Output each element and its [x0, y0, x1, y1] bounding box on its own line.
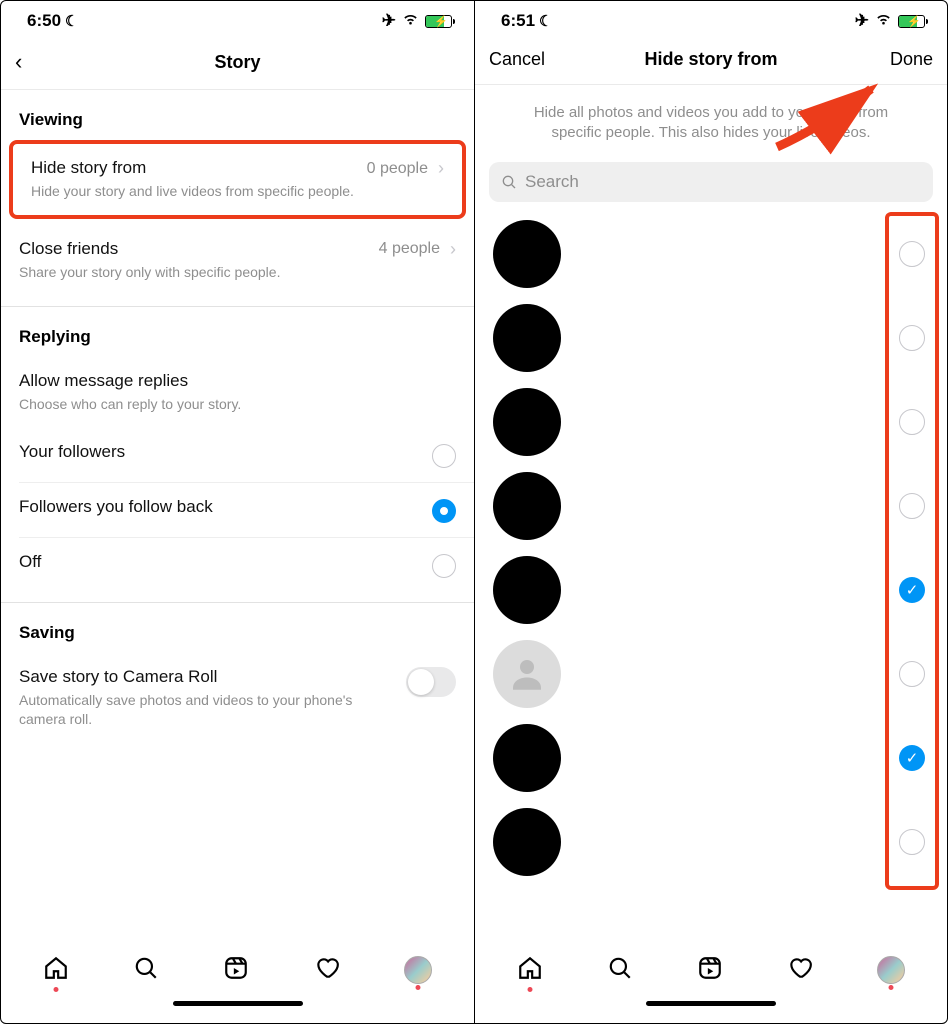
tab-reels[interactable] [223, 955, 249, 986]
search-icon [501, 174, 517, 190]
notification-dot-icon [415, 985, 420, 990]
page-title: Story [214, 52, 260, 73]
page-title: Hide story from [644, 49, 777, 70]
status-time: 6:51 [501, 11, 535, 31]
option-followers-you-follow-back[interactable]: Followers you follow back [1, 483, 474, 537]
checkbox-icon[interactable] [899, 661, 925, 687]
close-friends-title: Close friends [19, 239, 369, 259]
hide-story-sub: Hide your story and live videos from spe… [31, 182, 357, 201]
notification-dot-icon [528, 987, 533, 992]
checkbox-icon[interactable] [899, 829, 925, 855]
user-row[interactable]: ✓ [475, 716, 947, 800]
hide-story-title: Hide story from [31, 158, 357, 178]
allow-replies-sub: Choose who can reply to your story. [19, 395, 446, 414]
avatar [493, 472, 561, 540]
hide-story-from-row[interactable]: Hide story from Hide your story and live… [13, 144, 462, 215]
home-indicator [475, 1001, 947, 1023]
section-replying-header: Replying [1, 307, 474, 357]
section-viewing-header: Viewing [1, 90, 474, 140]
avatar [404, 956, 432, 984]
checkbox-icon[interactable] [899, 325, 925, 351]
section-saving-header: Saving [1, 603, 474, 653]
user-row[interactable] [475, 212, 947, 296]
tab-profile[interactable] [404, 956, 432, 984]
tab-search[interactable] [607, 955, 633, 986]
user-row[interactable] [475, 296, 947, 380]
wifi-icon [402, 11, 419, 31]
status-bar: 6:51 ☾ ✈︎ ⚡ [475, 1, 947, 37]
checkbox-checked-icon[interactable]: ✓ [899, 577, 925, 603]
avatar [877, 956, 905, 984]
allow-replies-row: Allow message replies Choose who can rep… [1, 357, 474, 428]
hide-story-value: 0 people [367, 160, 428, 178]
toggle-off-icon[interactable] [406, 667, 456, 697]
radio-icon [432, 554, 456, 578]
avatar [493, 724, 561, 792]
tab-profile[interactable] [877, 956, 905, 984]
airplane-icon: ✈︎ [855, 11, 869, 31]
checkbox-checked-icon[interactable]: ✓ [899, 745, 925, 771]
avatar [493, 640, 561, 708]
airplane-icon: ✈︎ [382, 11, 396, 31]
dnd-icon: ☾ [539, 12, 552, 30]
tab-bar [1, 939, 474, 1001]
close-friends-value: 4 people [379, 240, 440, 258]
user-row[interactable] [475, 632, 947, 716]
dnd-icon: ☾ [65, 12, 78, 30]
checkbox-icon[interactable] [899, 493, 925, 519]
avatar [493, 304, 561, 372]
tab-home[interactable] [43, 955, 69, 986]
user-row[interactable] [475, 800, 947, 884]
tab-search[interactable] [133, 955, 159, 986]
nav-header: ‹ Story [1, 37, 474, 90]
wifi-icon [875, 11, 892, 31]
back-button[interactable]: ‹ [15, 49, 83, 75]
hide-story-from-pane: 6:51 ☾ ✈︎ ⚡ Cancel Hide story from Done … [474, 1, 947, 1023]
checkbox-icon[interactable] [899, 409, 925, 435]
notification-dot-icon [889, 985, 894, 990]
search-placeholder: Search [525, 172, 579, 192]
close-friends-row[interactable]: Close friends Share your story only with… [1, 219, 474, 296]
user-list: ✓✓ [475, 212, 947, 890]
avatar [493, 220, 561, 288]
tab-reels[interactable] [697, 955, 723, 986]
avatar [493, 808, 561, 876]
annotation-highlight-hide-story: Hide story from Hide your story and live… [9, 140, 466, 219]
home-indicator [1, 1001, 474, 1023]
save-roll-title: Save story to Camera Roll [19, 667, 396, 687]
story-settings-pane: 6:50 ☾ ✈︎ ⚡ ‹ Story Viewing Hide story f… [1, 1, 474, 1023]
radio-icon [432, 444, 456, 468]
user-row[interactable]: ✓ [475, 548, 947, 632]
option-your-followers[interactable]: Your followers [1, 428, 474, 482]
radio-selected-icon [432, 499, 456, 523]
nav-header: Cancel Hide story from Done [475, 37, 947, 85]
tab-home[interactable] [517, 955, 543, 986]
search-input[interactable]: Search [489, 162, 933, 202]
tab-bar [475, 939, 947, 1001]
notification-dot-icon [54, 987, 59, 992]
avatar [493, 388, 561, 456]
user-row[interactable] [475, 380, 947, 464]
tab-activity[interactable] [314, 955, 340, 986]
save-camera-roll-row[interactable]: Save story to Camera Roll Automatically … [1, 653, 474, 743]
save-roll-sub: Automatically save photos and videos to … [19, 691, 396, 729]
cancel-button[interactable]: Cancel [489, 49, 557, 70]
battery-icon: ⚡ [425, 15, 452, 28]
option-off[interactable]: Off [1, 538, 474, 592]
close-friends-sub: Share your story only with specific peop… [19, 263, 369, 282]
chevron-right-icon: › [450, 239, 456, 260]
checkbox-icon[interactable] [899, 241, 925, 267]
allow-replies-title: Allow message replies [19, 371, 446, 391]
avatar [493, 556, 561, 624]
status-time: 6:50 [27, 11, 61, 31]
user-row[interactable] [475, 464, 947, 548]
status-bar: 6:50 ☾ ✈︎ ⚡ [1, 1, 474, 37]
done-button[interactable]: Done [865, 49, 933, 70]
battery-icon: ⚡ [898, 15, 925, 28]
info-text: Hide all photos and videos you add to yo… [475, 85, 947, 158]
chevron-right-icon: › [438, 158, 444, 179]
tab-activity[interactable] [787, 955, 813, 986]
